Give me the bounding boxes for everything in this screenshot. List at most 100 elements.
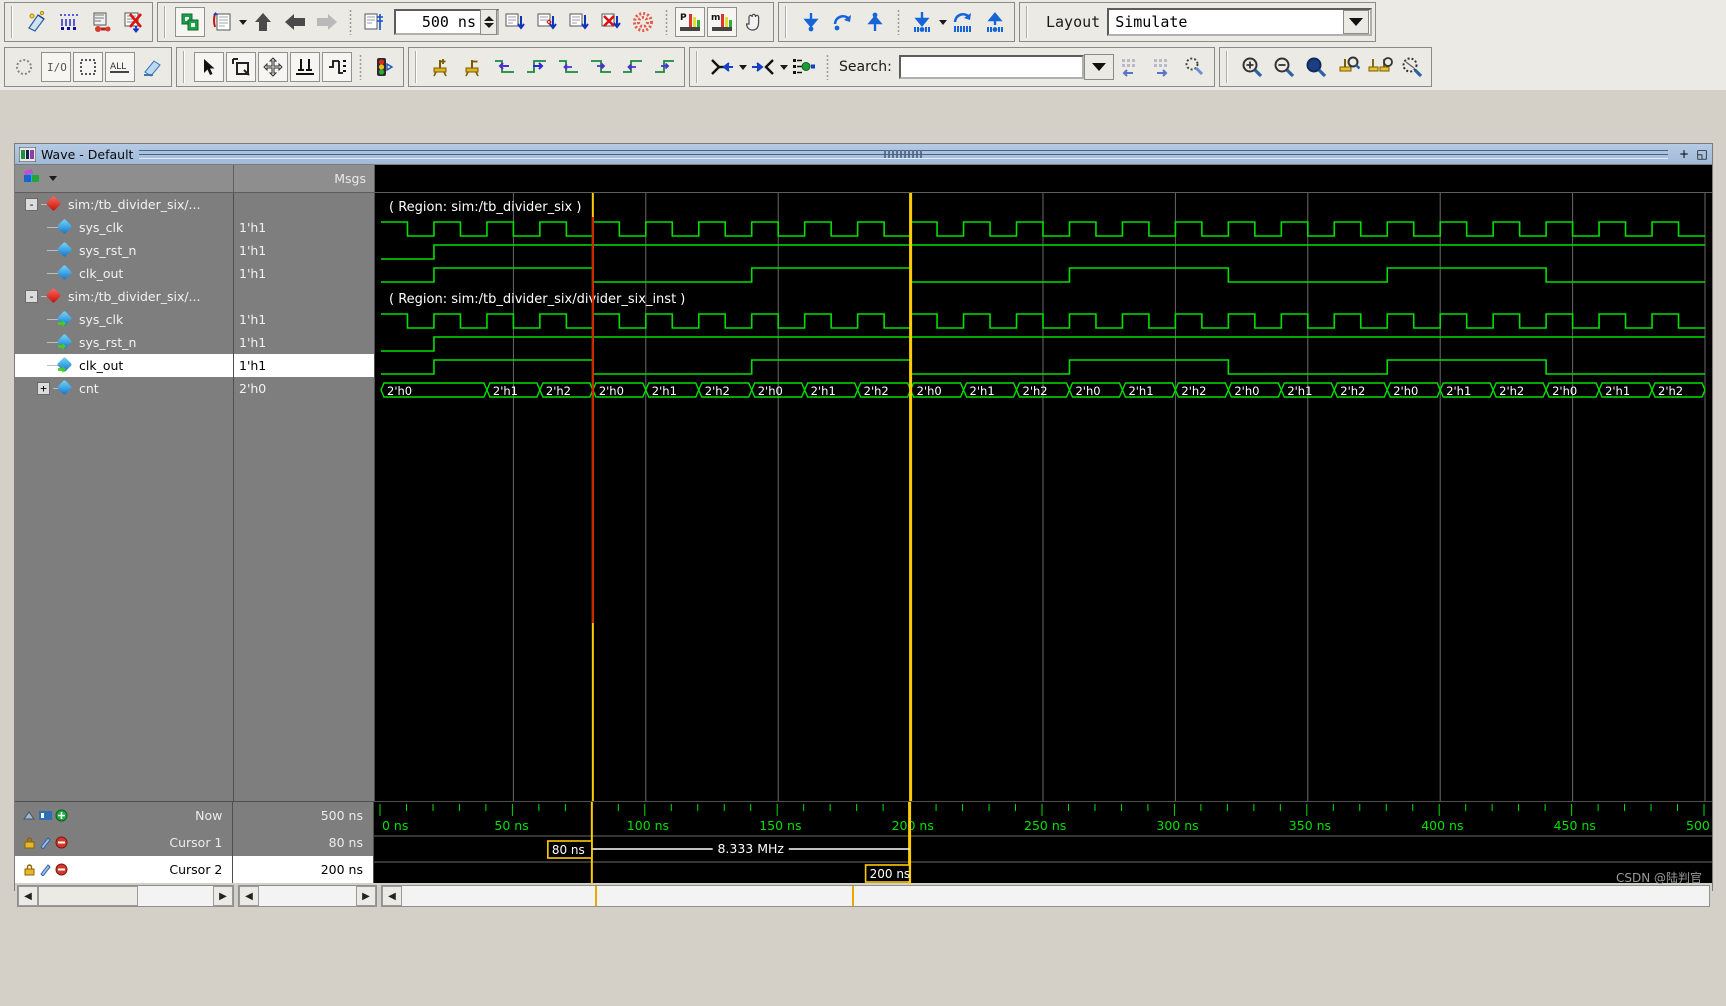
edit-cursor-icon[interactable] — [39, 863, 52, 876]
add-cursor-icon[interactable] — [55, 809, 68, 822]
expand-right-icon[interactable] — [748, 52, 778, 82]
signal-row[interactable]: -sim:/tb_divider_six/... — [15, 285, 233, 308]
find-next-icon[interactable] — [1148, 52, 1178, 82]
dock-button[interactable]: + — [1676, 146, 1692, 162]
prev-falling-edge-icon[interactable] — [554, 52, 584, 82]
lock-icon[interactable] — [23, 863, 36, 876]
scroll-left-icon[interactable]: ◀ — [18, 886, 38, 906]
wave-settings-icon[interactable] — [23, 169, 43, 188]
run-icon[interactable] — [500, 7, 530, 37]
next-rising-edge-icon[interactable] — [650, 52, 680, 82]
cursor-row[interactable]: Now — [15, 802, 232, 829]
zoom-select-icon[interactable] — [226, 52, 256, 82]
zoom-cursor-icon[interactable] — [1333, 52, 1363, 82]
prev-transition-icon[interactable] — [490, 52, 520, 82]
timeline-area[interactable]: 0 ns50 ns100 ns150 ns200 ns250 ns300 ns3… — [374, 802, 1712, 883]
step-forward-icon[interactable] — [312, 7, 342, 37]
cursor2-flag[interactable]: 200 ns — [866, 865, 911, 882]
pan-move-icon[interactable] — [258, 52, 288, 82]
run-length-spinner[interactable] — [480, 9, 497, 35]
expand-all-icon[interactable] — [789, 52, 819, 82]
zoom-last-icon[interactable] — [1397, 52, 1427, 82]
lock-icon[interactable] — [23, 836, 36, 849]
scroll-track[interactable] — [402, 886, 1709, 906]
select-arrow-icon[interactable] — [194, 52, 224, 82]
search-input[interactable] — [901, 57, 1082, 77]
signal-row[interactable]: sys_clk — [15, 216, 233, 239]
chevron-down-icon[interactable] — [49, 176, 57, 181]
io-ports-icon[interactable]: I/O — [41, 52, 71, 82]
toolbar-grip[interactable] — [1026, 6, 1033, 38]
scroll-track[interactable] — [259, 886, 356, 906]
spinner-up-icon[interactable] — [484, 16, 494, 21]
prev-rising-edge-icon[interactable] — [618, 52, 648, 82]
expand-left-icon[interactable] — [707, 52, 737, 82]
signal-row[interactable]: sys_rst_n — [15, 331, 233, 354]
run-continue-instance-icon[interactable] — [948, 7, 978, 37]
step-up-icon[interactable] — [248, 7, 278, 37]
search-input-wrap[interactable] — [899, 55, 1084, 79]
edit-mode-icon[interactable] — [322, 52, 352, 82]
scroll-left-icon[interactable]: ◀ — [239, 886, 259, 906]
find-previous-icon[interactable] — [1116, 52, 1146, 82]
pan-hand-icon[interactable] — [739, 7, 769, 37]
restart-icon[interactable] — [86, 7, 116, 37]
zoom-range-icon[interactable] — [1365, 52, 1395, 82]
toolbar-grip[interactable] — [164, 6, 171, 38]
run-length-icon[interactable] — [359, 7, 389, 37]
continue-run-icon[interactable] — [532, 7, 562, 37]
cursor-pair-icon[interactable] — [290, 52, 320, 82]
layout-combo[interactable]: Simulate — [1107, 8, 1372, 36]
toolbar-grip[interactable] — [1226, 51, 1233, 83]
scroll-right-icon[interactable]: ▶ — [356, 886, 376, 906]
zoom-out-icon[interactable] — [1269, 52, 1299, 82]
step-over-icon[interactable] — [828, 7, 858, 37]
spinner-down-icon[interactable] — [484, 23, 494, 28]
step-down-icon[interactable] — [796, 7, 826, 37]
profile-memory-icon[interactable]: m — [707, 7, 737, 37]
toolbar-grip[interactable] — [11, 6, 18, 38]
find-options-icon[interactable] — [1180, 52, 1210, 82]
wave-window-titlebar[interactable]: Wave - Default + ◱ — [15, 144, 1712, 165]
toolbar-grip[interactable] — [415, 51, 422, 83]
compile-all-icon[interactable] — [22, 7, 52, 37]
next-transition-icon[interactable] — [522, 52, 552, 82]
break-icon[interactable] — [118, 7, 148, 37]
chevron-down-icon[interactable] — [780, 65, 788, 70]
stop-icon[interactable] — [628, 7, 658, 37]
names-column-header[interactable] — [15, 165, 234, 192]
values-hscrollbar[interactable]: ◀ ▶ — [238, 885, 377, 907]
edit-cursor-icon[interactable] — [39, 836, 52, 849]
zoom-full-icon[interactable] — [1301, 52, 1331, 82]
break-run-icon[interactable] — [596, 7, 626, 37]
wave-hscrollbar[interactable]: ◀ — [381, 885, 1710, 907]
signal-row[interactable]: -sim:/tb_divider_six/... — [15, 193, 233, 216]
delete-cursor-icon[interactable] — [458, 52, 488, 82]
toolbar-grip[interactable] — [785, 6, 792, 38]
layout-combo-button[interactable] — [1343, 10, 1369, 34]
step-into-instance-icon[interactable] — [907, 7, 937, 37]
group-waves-icon[interactable] — [175, 7, 205, 37]
region-icon[interactable] — [73, 52, 103, 82]
all-signals-icon[interactable]: ALL — [105, 52, 135, 82]
next-falling-edge-icon[interactable] — [586, 52, 616, 82]
search-history-button[interactable] — [1084, 54, 1114, 80]
signal-row[interactable]: clk_out — [15, 354, 233, 377]
step-into-icon[interactable] — [207, 7, 237, 37]
chevron-down-icon[interactable] — [739, 65, 747, 70]
toolbar-grip[interactable] — [696, 51, 703, 83]
cursor-row[interactable]: Cursor 1 — [15, 829, 232, 856]
step-back-icon[interactable] — [280, 7, 310, 37]
signal-row[interactable]: sys_rst_n — [15, 239, 233, 262]
names-hscrollbar[interactable]: ◀ ▶ — [17, 885, 234, 907]
insert-cursor-icon[interactable] — [426, 52, 456, 82]
signal-names-column[interactable]: -sim:/tb_divider_six/...sys_clksys_rst_n… — [15, 193, 234, 801]
toolbar-grip[interactable] — [183, 51, 190, 83]
scroll-thumb[interactable] — [38, 886, 138, 906]
profile-performance-icon[interactable]: P — [675, 7, 705, 37]
delete-cursor-icon[interactable] — [55, 863, 68, 876]
step-out-icon[interactable] — [860, 7, 890, 37]
scroll-right-icon[interactable]: ▶ — [213, 886, 233, 906]
scroll-track[interactable] — [38, 886, 213, 906]
chevron-down-icon[interactable] — [939, 20, 947, 25]
